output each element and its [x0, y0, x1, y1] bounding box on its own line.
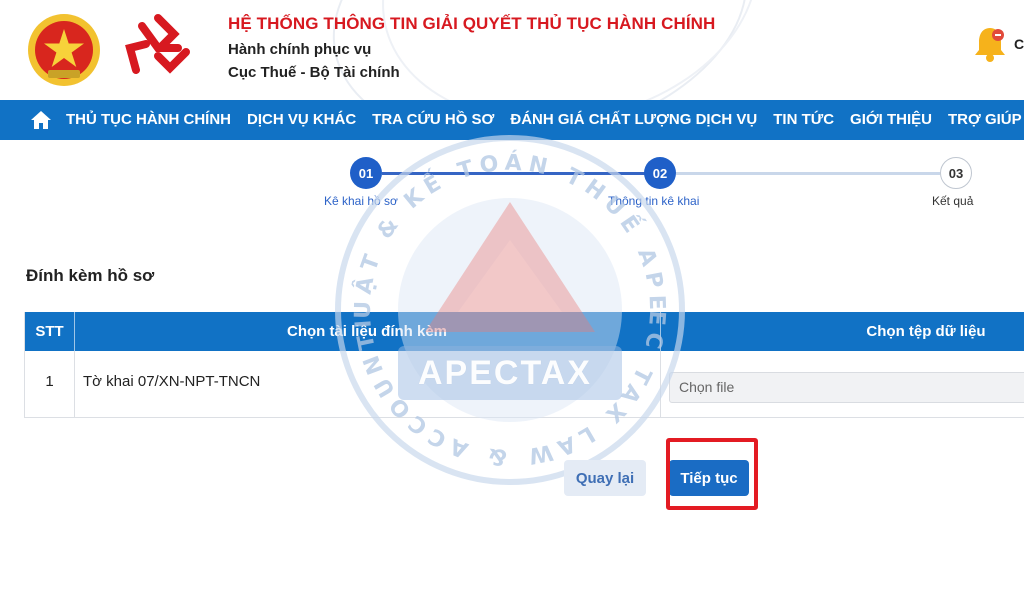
- back-button[interactable]: Quay lại: [564, 460, 646, 496]
- column-header-stt: STT: [35, 323, 64, 340]
- step-1-label: Kê khai hồ sơ: [324, 194, 398, 208]
- notification-bell-icon[interactable]: [972, 24, 1008, 64]
- nav-item-other-services[interactable]: DỊCH VỤ KHÁC: [239, 100, 364, 140]
- column-header-file: Chọn tệp dữ liệu: [866, 323, 986, 340]
- national-emblem-icon: [28, 14, 100, 86]
- cell-divider: [660, 351, 661, 418]
- cell-divider: [74, 351, 75, 418]
- nav-item-administrative-procedures[interactable]: THỦ TỤC HÀNH CHÍNH: [58, 100, 239, 140]
- home-icon[interactable]: [30, 100, 52, 140]
- row-stt: 1: [45, 373, 54, 390]
- watermark-ring-text-top: LUẬT & KẾ TOÁN THUẾ APEC: [330, 130, 663, 319]
- step-2-circle: 02: [644, 157, 676, 189]
- attachment-section-title: Đính kèm hồ sơ: [26, 266, 155, 285]
- watermark-ring-text-bottom: APEC TAX LAW & ACCOUNTING: [330, 130, 663, 469]
- public-service-logo-icon: [125, 14, 190, 74]
- agency-name: Cục Thuế - Bộ Tài chính: [228, 64, 400, 81]
- watermark-brand-text: APECTAX: [418, 354, 592, 392]
- nav-item-about[interactable]: GIỚI THIỆU: [842, 100, 940, 140]
- step-2-label: Thông tin kê khai: [608, 194, 700, 208]
- user-name-truncated[interactable]: C: [1014, 36, 1024, 52]
- column-header-document: Chọn tài liệu đính kèm: [286, 323, 447, 340]
- nav-item-lookup-dossier[interactable]: TRA CỨU HỒ SƠ: [364, 100, 502, 140]
- step-1-circle: 01: [350, 157, 382, 189]
- nav-item-service-rating[interactable]: ĐÁNH GIÁ CHẤT LƯỢNG DỊCH VỤ: [502, 100, 765, 140]
- nav-item-help[interactable]: TRỢ GIÚP: [940, 100, 1024, 140]
- step-3-label: Kết quả: [932, 194, 974, 208]
- system-subtitle: Hành chính phục vụ: [228, 41, 372, 58]
- stepper-line-completed: [382, 172, 646, 175]
- main-nav: THỦ TỤC HÀNH CHÍNH DỊCH VỤ KHÁC TRA CỨU …: [0, 100, 1024, 140]
- step-3-circle: 03: [940, 157, 972, 189]
- highlight-annotation-box: [666, 438, 758, 510]
- svg-text:LUẬT & KẾ TOÁN THUẾ APEC: LUẬT & KẾ TOÁN THUẾ APEC: [330, 130, 669, 319]
- table-header: STT Chọn tài liệu đính kèm Chọn tệp dữ l…: [25, 312, 1024, 351]
- system-title: HỆ THỐNG THÔNG TIN GIẢI QUYẾT THỦ TỤC HÀ…: [228, 14, 716, 33]
- svg-text:APEC TAX LAW & ACCOUNTING: APEC TAX LAW & ACCOUNTING: [330, 130, 669, 469]
- row-document-name: Tờ khai 07/XN-NPT-TNCN: [83, 373, 261, 390]
- stepper-line-pending: [676, 172, 940, 175]
- nav-item-news[interactable]: TIN TỨC: [765, 100, 842, 140]
- choose-file-input[interactable]: Chọn file: [669, 372, 1024, 403]
- apectax-watermark-logo: LUẬT & KẾ TOÁN THUẾ APEC APEC TAX LAW & …: [330, 130, 685, 485]
- site-header: HỆ THỐNG THÔNG TIN GIẢI QUYẾT THỦ TỤC HÀ…: [0, 0, 1024, 100]
